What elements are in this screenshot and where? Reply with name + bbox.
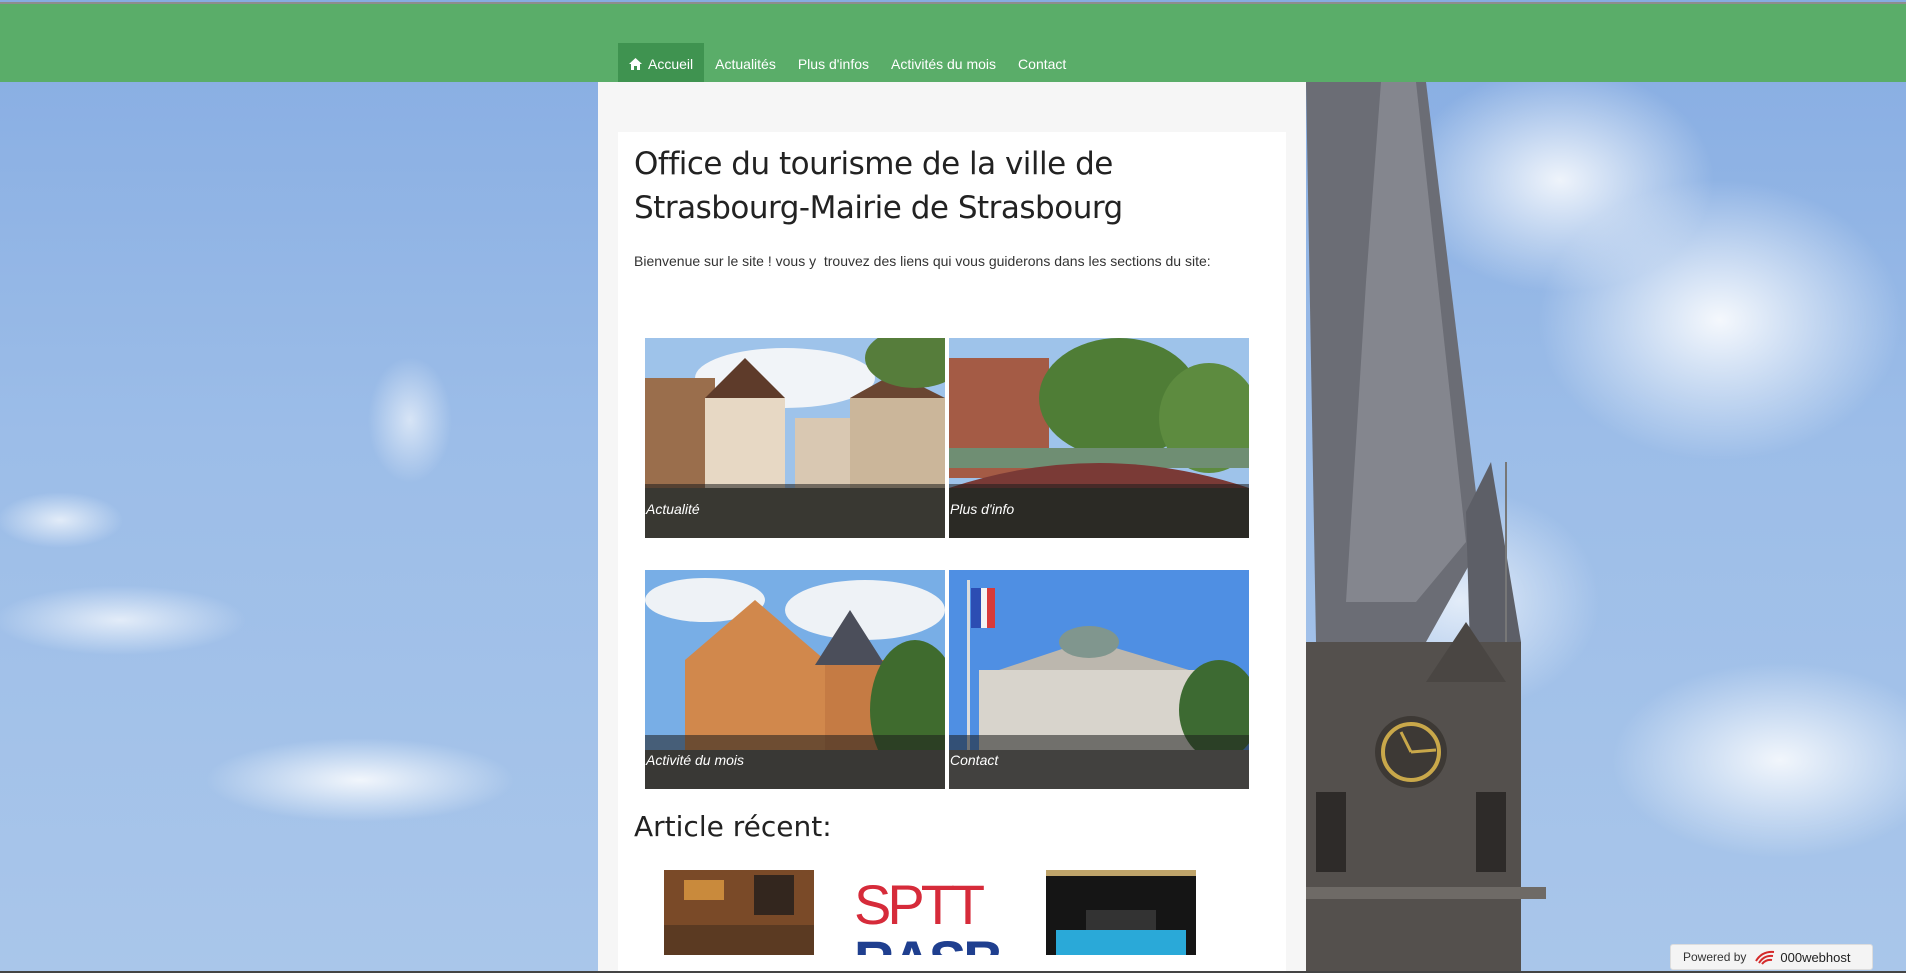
top-navbar: Accueil Actualités Plus d'infos Activité…	[0, 2, 1906, 85]
tile-activite-du-mois[interactable]: Activité du mois	[645, 570, 945, 789]
recent-articles-title: Article récent:	[634, 810, 832, 843]
tile-label: Plus d'info	[950, 501, 1015, 517]
nav-item-label: Contact	[1018, 56, 1067, 72]
main-column: Office du tourisme de la ville de Strasb…	[598, 82, 1306, 973]
tile-plus-info[interactable]: Plus d'info	[949, 338, 1249, 538]
powered-by-text: Powered by	[1683, 950, 1747, 964]
brand-name: 000webhost	[1780, 949, 1851, 965]
nav-item-label: Activités du mois	[891, 56, 997, 72]
page-title: Office du tourisme de la ville de Strasb…	[634, 146, 1123, 226]
powered-by-badge[interactable]: Powered by 000webhost	[1670, 944, 1873, 970]
recent-article-thumb-3[interactable]	[1046, 870, 1196, 955]
home-icon	[629, 58, 642, 70]
nav-item-plus-infos[interactable]: Plus d'infos	[787, 43, 880, 85]
church-tower-image	[1306, 82, 1546, 973]
000webhost-logo-icon	[1754, 949, 1776, 965]
tile-caption: Plus d'info	[949, 484, 1249, 538]
tile-actualite[interactable]: Actualité	[645, 338, 945, 538]
tile-contact[interactable]: Contact	[949, 570, 1249, 789]
intro-text: Bienvenue sur le site ! vous y trouvez d…	[634, 253, 1211, 269]
recent-article-image-2: SPTT RASB	[854, 873, 1004, 955]
nav-item-label: Actualités	[715, 56, 776, 72]
recent-article-image-3	[1046, 870, 1196, 955]
tile-caption: Activité du mois	[645, 735, 945, 789]
main-nav: Accueil Actualités Plus d'infos Activité…	[618, 43, 1077, 85]
nav-item-label: Plus d'infos	[797, 56, 869, 72]
svg-text:RASB: RASB	[854, 929, 1001, 955]
tile-caption: Contact	[949, 735, 1249, 789]
tile-label: Activité du mois	[646, 752, 745, 768]
svg-text:SPTT: SPTT	[854, 873, 984, 936]
tile-label: Contact	[950, 752, 999, 768]
recent-article-thumb-1[interactable]	[664, 870, 814, 955]
nav-item-accueil[interactable]: Accueil	[618, 43, 705, 85]
nav-item-actualites[interactable]: Actualités	[704, 43, 787, 85]
nav-item-label: Accueil	[648, 56, 694, 72]
content-card: Office du tourisme de la ville de Strasb…	[618, 132, 1286, 973]
tile-caption: Actualité	[645, 484, 945, 538]
recent-article-image-1	[664, 870, 814, 955]
nav-item-activites[interactable]: Activités du mois	[880, 43, 1007, 85]
nav-item-contact[interactable]: Contact	[1007, 43, 1077, 85]
recent-article-thumb-2[interactable]: SPTT RASB	[854, 870, 1006, 955]
tile-label: Actualité	[646, 501, 700, 517]
